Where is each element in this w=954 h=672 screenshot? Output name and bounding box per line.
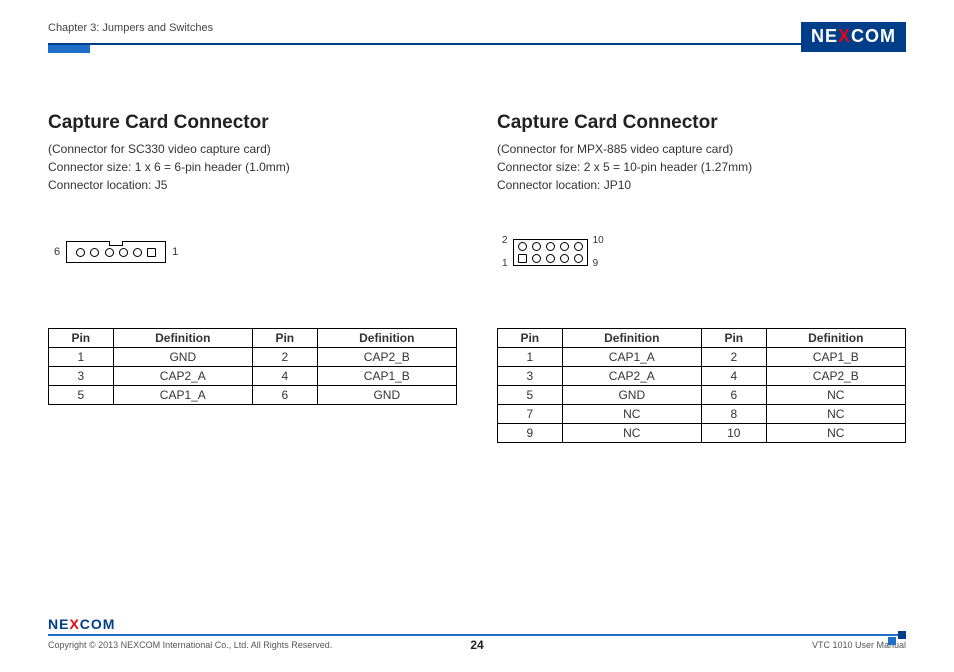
right-sub3: Connector location: JP10 [497, 176, 906, 194]
right-pin-table: Pin Definition Pin Definition 1CAP1_A 2C… [497, 328, 906, 443]
th-def: Definition [317, 329, 456, 348]
footer-logo: NEXCOM [48, 616, 906, 632]
table-row: 5CAP1_A 6GND [49, 386, 457, 405]
right-sub1: (Connector for MPX-885 video capture car… [497, 140, 906, 158]
left-sub2: Connector size: 1 x 6 = 6-pin header (1.… [48, 158, 457, 176]
table-row: 9NC 10NC [498, 424, 906, 443]
left-pin-label-1: 1 [172, 246, 178, 258]
page-number: 24 [470, 638, 483, 652]
brand-logo: NEXCOM [801, 22, 906, 52]
th-pin: Pin [701, 329, 766, 348]
footer-rule [48, 634, 906, 636]
header-accent [48, 45, 90, 53]
left-sub3: Connector location: J5 [48, 176, 457, 194]
pin-label-1: 1 [502, 258, 508, 269]
connector-6pin [66, 241, 166, 263]
right-column: Capture Card Connector (Connector for MP… [497, 112, 906, 443]
th-pin: Pin [252, 329, 317, 348]
left-pin-table: Pin Definition Pin Definition 1GND 2CAP2… [48, 328, 457, 405]
table-row: 1GND 2CAP2_B [49, 348, 457, 367]
left-connector-diagram: 6 1 [48, 212, 457, 292]
right-sub2: Connector size: 2 x 5 = 10-pin header (1… [497, 158, 906, 176]
left-column: Capture Card Connector (Connector for SC… [48, 112, 457, 443]
table-row: 3CAP2_A 4CAP2_B [498, 367, 906, 386]
left-title: Capture Card Connector [48, 112, 457, 134]
copyright-text: Copyright © 2013 NEXCOM International Co… [48, 640, 332, 650]
table-row: 5GND 6NC [498, 386, 906, 405]
th-def: Definition [766, 329, 905, 348]
pin-label-10: 10 [593, 235, 604, 246]
left-pin-label-6: 6 [54, 246, 60, 258]
th-pin: Pin [49, 329, 114, 348]
table-row: 7NC 8NC [498, 405, 906, 424]
th-def: Definition [113, 329, 252, 348]
left-sub1: (Connector for SC330 video capture card) [48, 140, 457, 158]
th-def: Definition [562, 329, 701, 348]
table-row: 3CAP2_A 4CAP1_B [49, 367, 457, 386]
th-pin: Pin [498, 329, 563, 348]
pin-label-9: 9 [593, 258, 604, 269]
header-rule [48, 43, 906, 45]
right-title: Capture Card Connector [497, 112, 906, 134]
chapter-label: Chapter 3: Jumpers and Switches [48, 22, 213, 34]
right-connector-diagram: 2 1 10 9 [497, 212, 906, 292]
table-row: 1CAP1_A 2CAP1_B [498, 348, 906, 367]
pin-label-2: 2 [502, 235, 508, 246]
connector-10pin [513, 239, 588, 266]
